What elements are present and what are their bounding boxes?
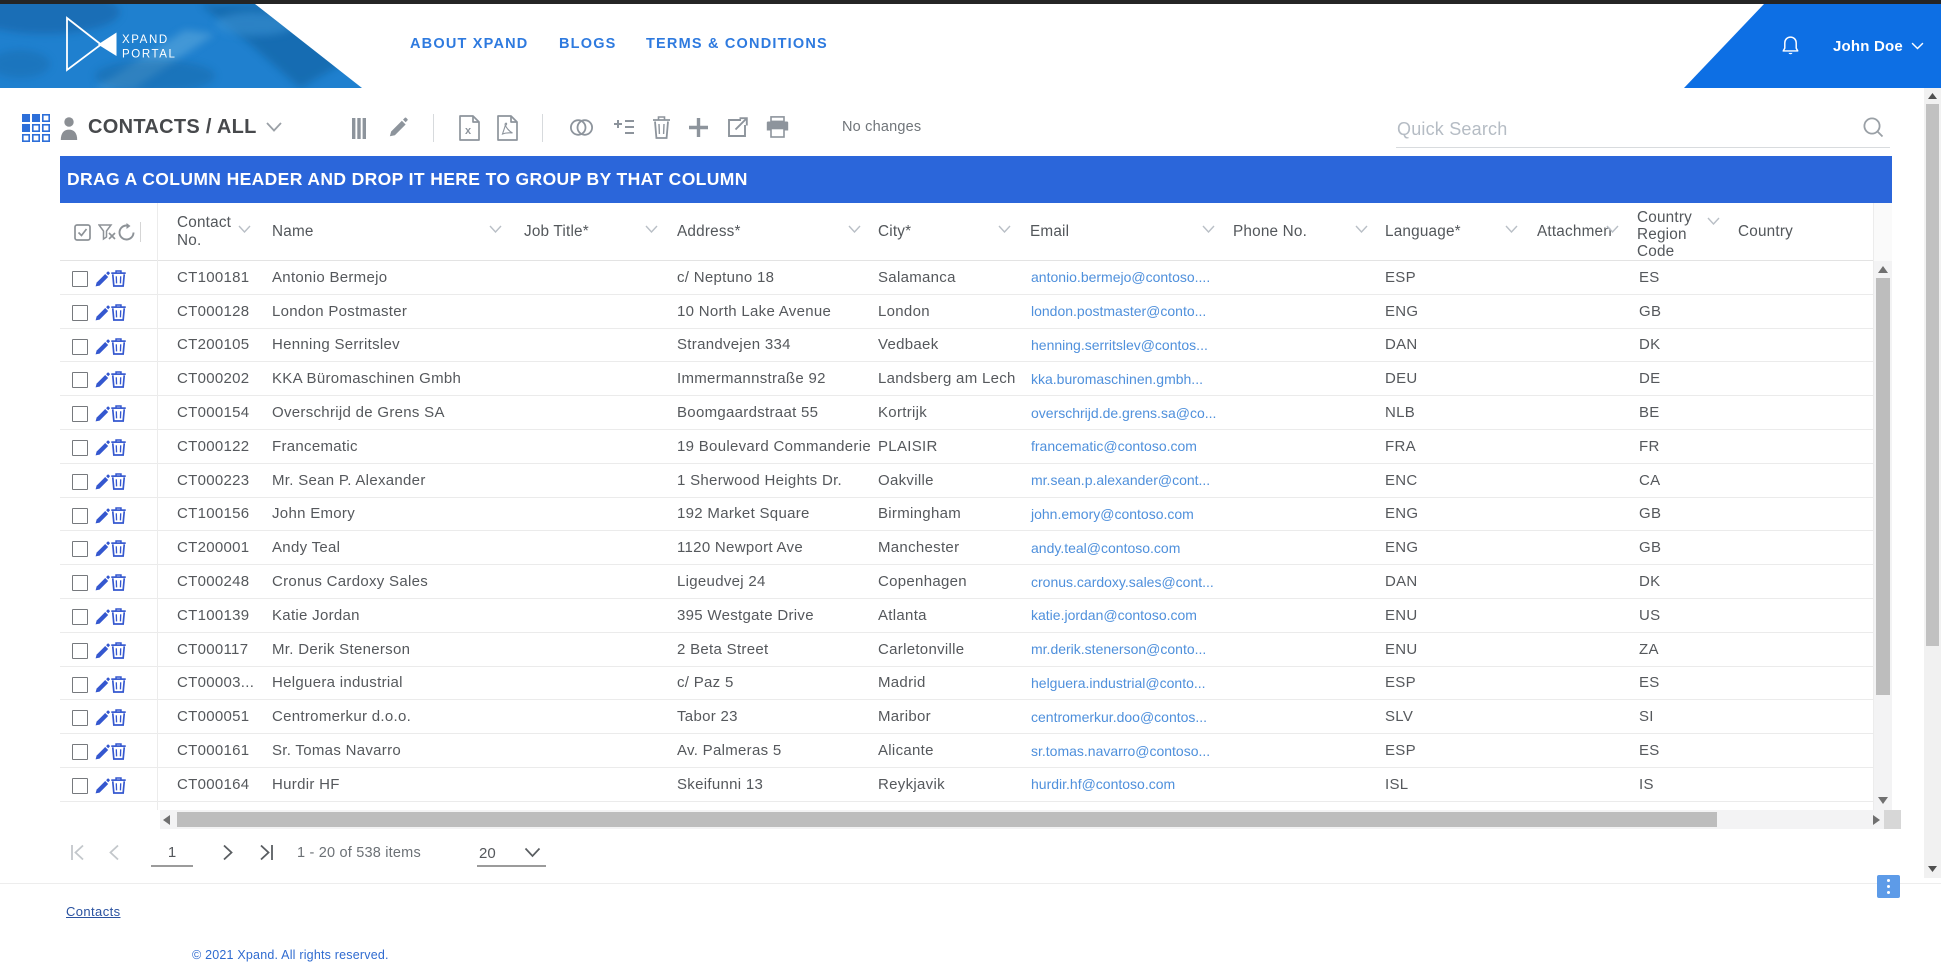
- svg-text:XPAND: XPAND: [122, 34, 169, 46]
- svg-text:PORTAL: PORTAL: [122, 49, 177, 61]
- svg-text:x: x: [465, 125, 472, 137]
